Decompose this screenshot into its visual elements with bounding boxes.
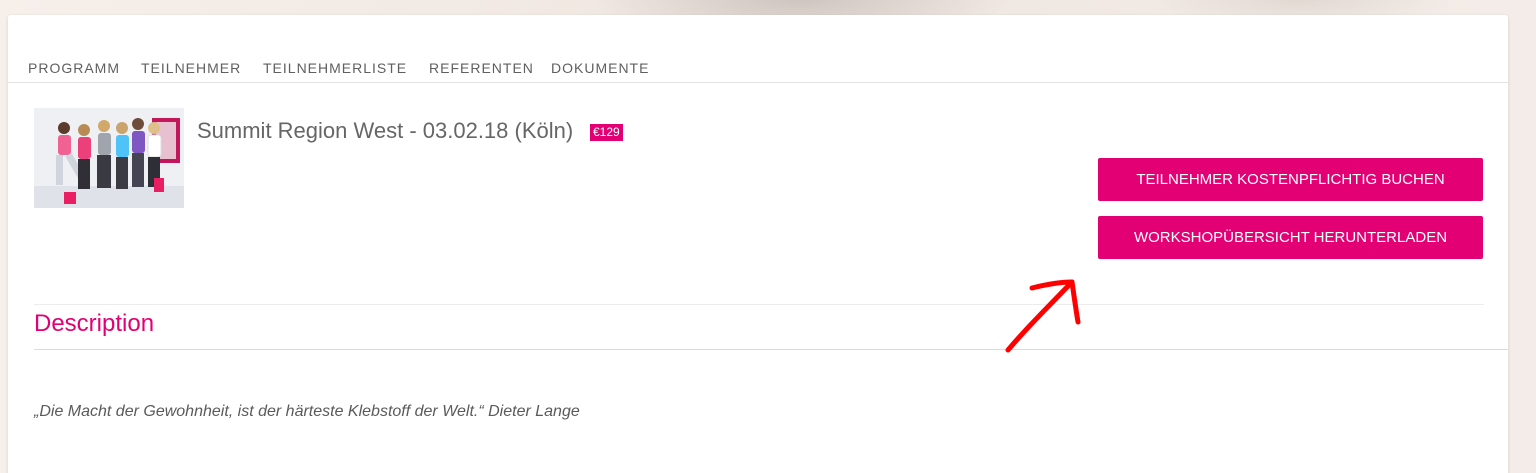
divider <box>34 304 1484 305</box>
event-thumbnail <box>34 108 184 208</box>
divider <box>34 349 1508 350</box>
tab-referenten[interactable]: REFERENTEN <box>429 60 534 76</box>
tab-teilnehmer[interactable]: TEILNEHMER <box>141 60 241 76</box>
tab-bar: PROGRAMM TEILNEHMER TEILNEHMERLISTE REFE… <box>8 55 1508 83</box>
book-participant-button[interactable]: TEILNEHMER KOSTENPFLICHTIG BUCHEN <box>1098 158 1483 201</box>
tab-programm[interactable]: PROGRAMM <box>28 60 120 76</box>
event-title: Summit Region West - 03.02.18 (Köln) <box>197 118 574 143</box>
download-workshop-overview-button[interactable]: WORKSHOPÜBERSICHT HERUNTERLADEN <box>1098 216 1483 259</box>
tab-teilnehmerliste[interactable]: TEILNEHMERLISTE <box>263 60 407 76</box>
event-card: PROGRAMM TEILNEHMER TEILNEHMERLISTE REFE… <box>8 15 1508 473</box>
hand-drawn-arrow-icon <box>1005 279 1081 353</box>
price-badge: €129 <box>590 124 623 141</box>
description-heading: Description <box>34 310 155 337</box>
description-quote: „Die Macht der Gewohnheit, ist der härte… <box>34 403 580 420</box>
tab-dokumente[interactable]: DOKUMENTE <box>551 60 649 76</box>
